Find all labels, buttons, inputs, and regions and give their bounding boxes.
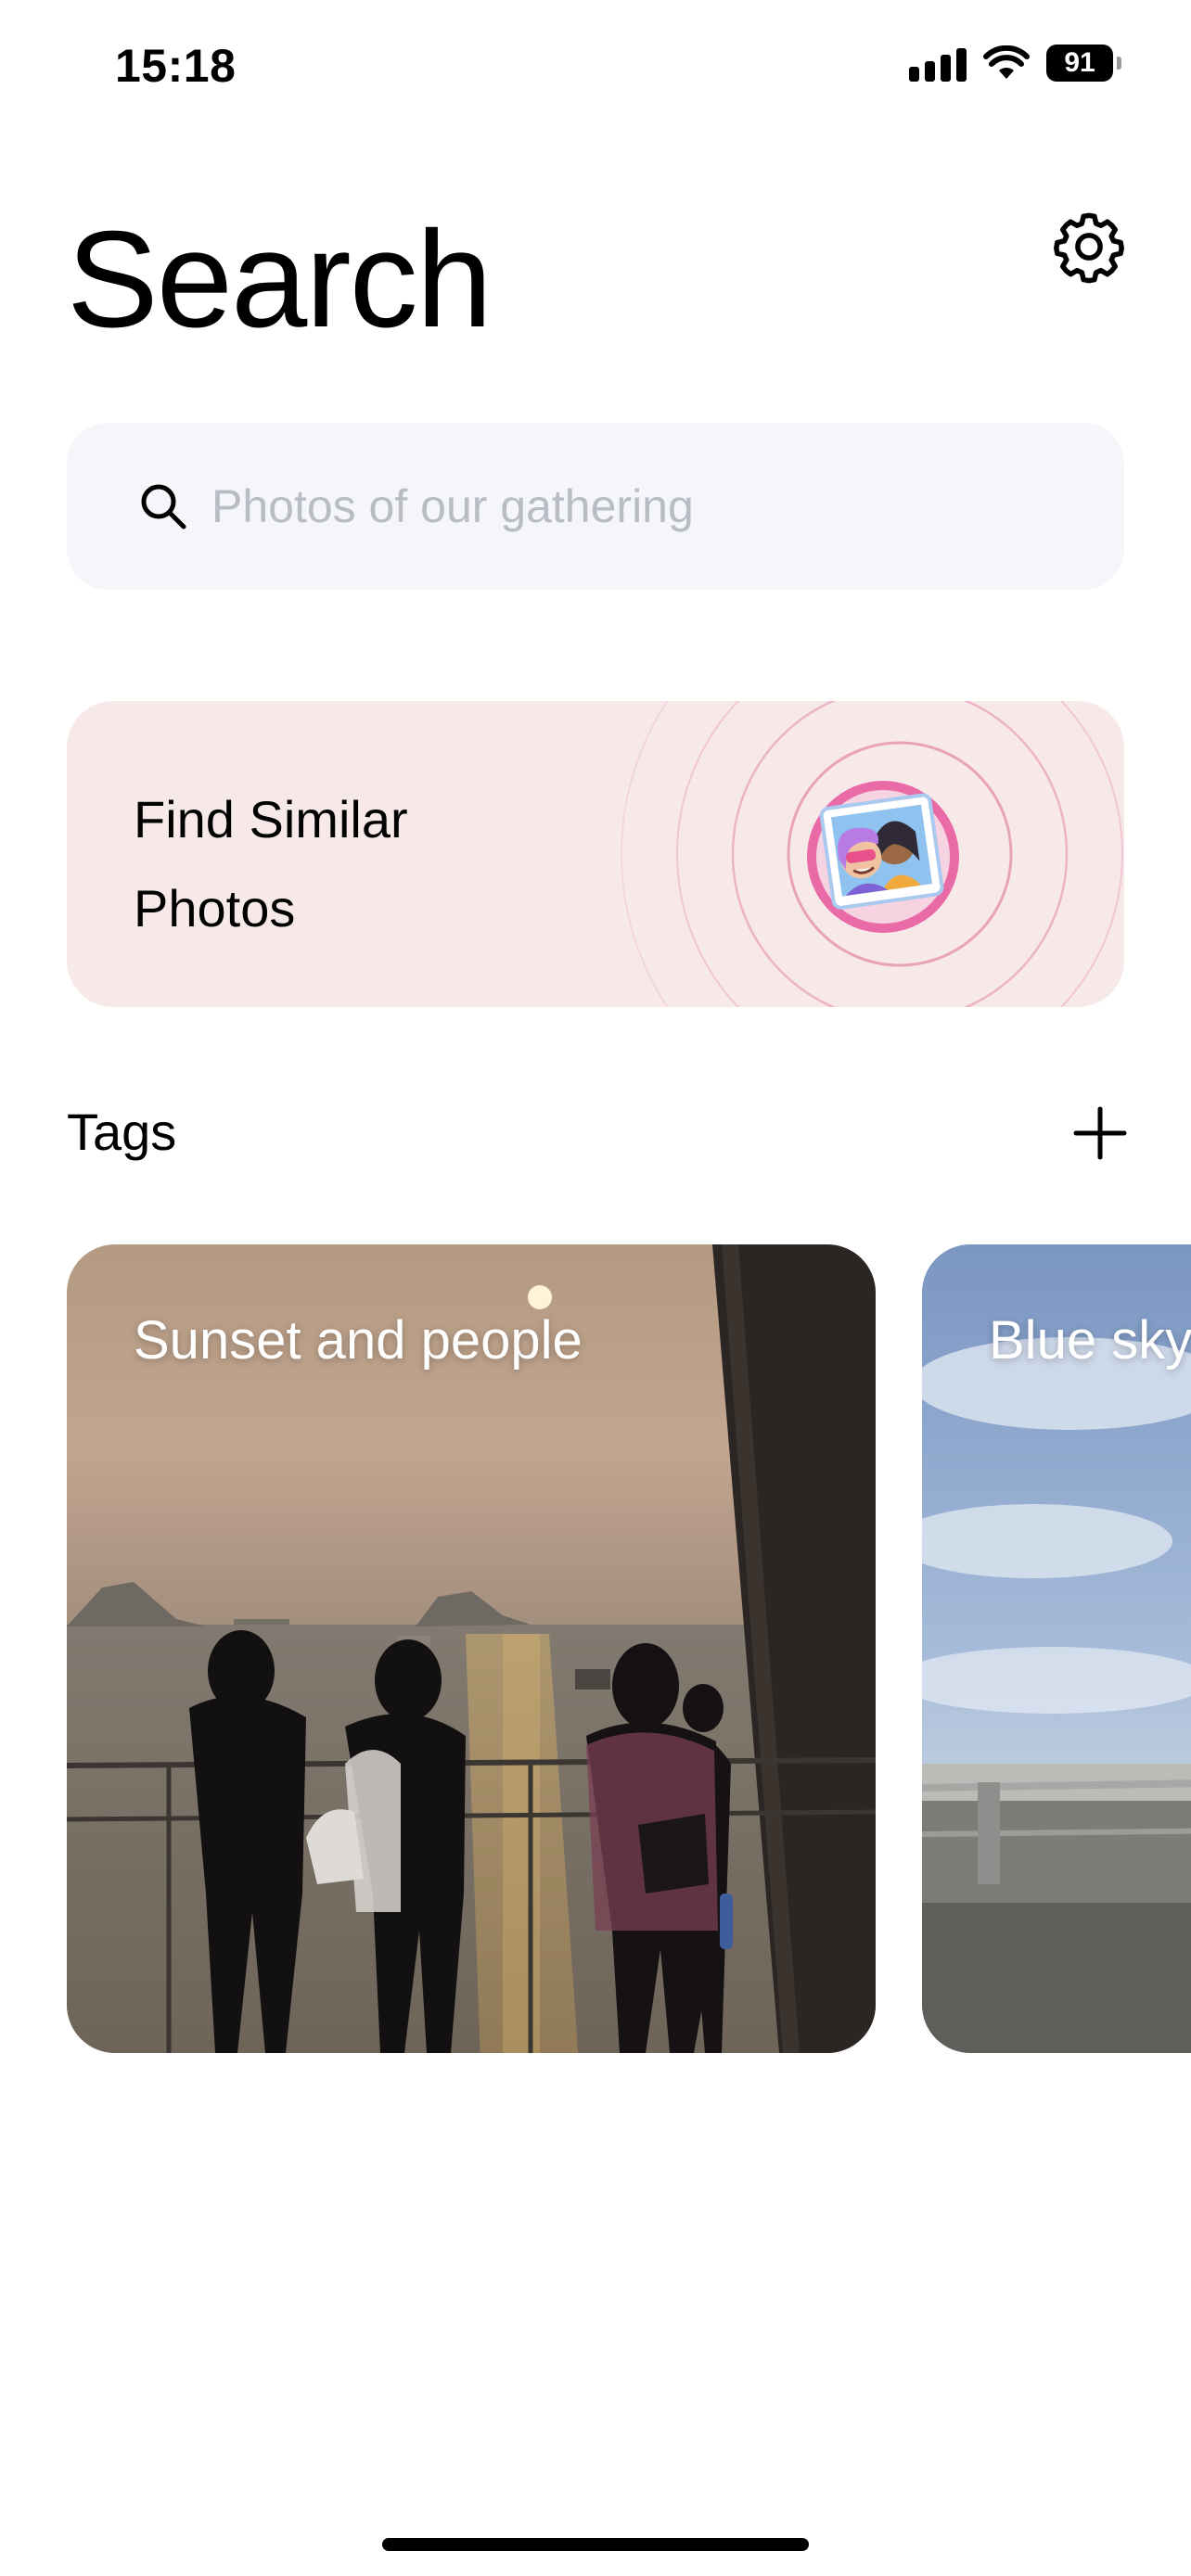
status-indicators: 91 — [909, 45, 1121, 82]
settings-button[interactable] — [1048, 206, 1130, 287]
tag-card-sunset-and-people[interactable]: Sunset and people — [67, 1244, 876, 2053]
find-similar-card[interactable]: Find Similar Photos — [67, 701, 1124, 1007]
battery-level: 91 — [1064, 47, 1095, 78]
wifi-icon — [983, 45, 1030, 79]
status-time: 15:18 — [115, 40, 237, 92]
find-similar-label: Find Similar Photos — [134, 790, 408, 937]
home-indicator[interactable] — [382, 2538, 809, 2551]
tag-card-blue-sky[interactable]: Blue sky — [922, 1244, 1191, 2053]
tag-label: Blue sky — [989, 1310, 1191, 1371]
gear-icon — [1054, 212, 1124, 284]
signal-icon — [909, 45, 967, 82]
battery-icon: 91 — [1046, 45, 1121, 82]
search-icon — [141, 484, 186, 529]
battery-tip — [1117, 57, 1121, 70]
plus-icon — [1073, 1106, 1127, 1160]
search-screen: 15:18 91 Search Photos of our gathering … — [0, 0, 1191, 2576]
search-bar[interactable] — [67, 423, 1124, 590]
status-bar: 15:18 91 — [0, 0, 1191, 139]
page-title: Search — [67, 203, 493, 356]
add-tag-button[interactable] — [1067, 1100, 1133, 1167]
photo-avatar-icon — [807, 781, 959, 933]
search-input[interactable] — [211, 469, 1046, 543]
tags-title: Tags — [67, 1103, 177, 1161]
tag-label: Sunset and people — [134, 1310, 583, 1371]
